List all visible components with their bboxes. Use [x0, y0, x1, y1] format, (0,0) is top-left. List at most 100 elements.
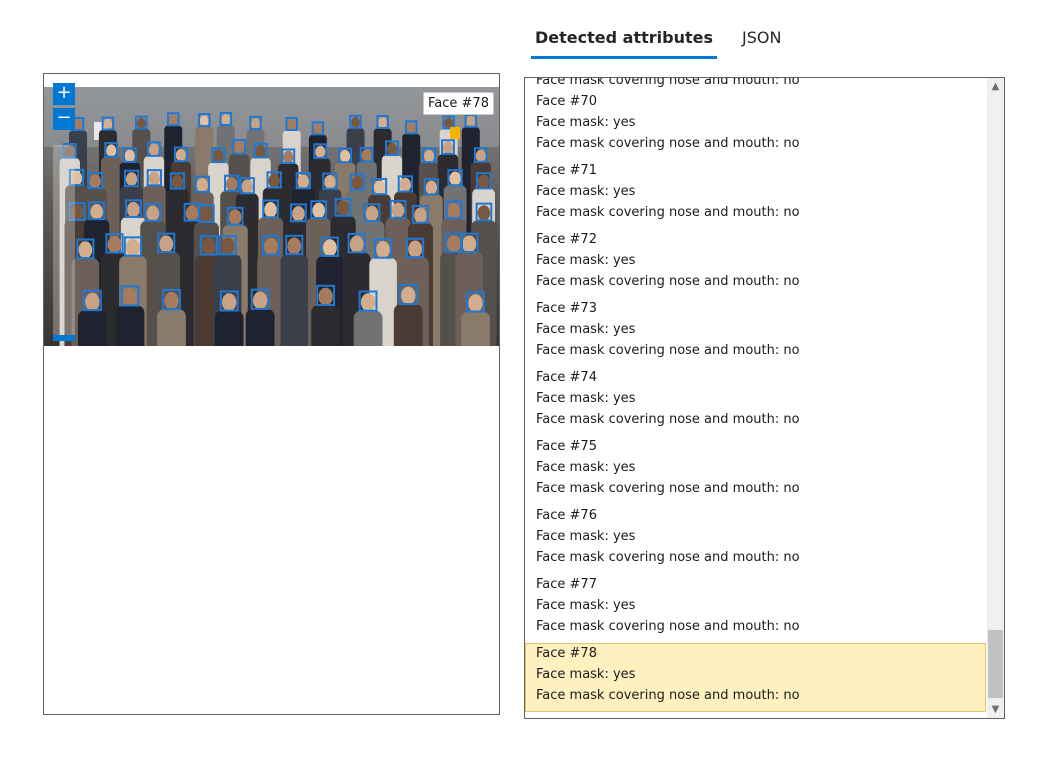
- person-head: [125, 172, 138, 187]
- selected-face-box[interactable]: [450, 127, 460, 139]
- image-panel: + − Face #78: [43, 73, 500, 715]
- person-head: [196, 178, 209, 193]
- attribute-covering-partial: Face mask covering nose and mouth: no: [536, 77, 800, 88]
- person-head: [466, 115, 476, 128]
- person-head: [78, 241, 93, 259]
- person-head: [241, 179, 253, 194]
- person-head: [125, 239, 140, 257]
- face-label: Face #75: [536, 439, 597, 454]
- attributes-list: Face mask covering nose and mouth: no Fa…: [525, 77, 986, 712]
- person-body: [280, 254, 309, 346]
- person-head: [228, 209, 242, 226]
- person-head: [252, 291, 268, 310]
- face-attribute-item[interactable]: Face #73 Face mask: yes Face mask covering…: [525, 298, 986, 367]
- face-mask-attribute: Face mask: yes: [536, 598, 636, 613]
- person-head: [148, 171, 161, 186]
- person-head: [287, 119, 297, 131]
- person-head: [175, 148, 186, 162]
- person-head: [313, 123, 323, 135]
- person-head: [106, 144, 117, 158]
- face-mask-covering-attribute: Face mask covering nose and mouth: no: [536, 205, 800, 220]
- person-head: [164, 291, 179, 310]
- person-head: [201, 238, 216, 256]
- person-head: [315, 145, 326, 159]
- person-head: [221, 293, 237, 312]
- face-attribute-item[interactable]: Face #72 Face mask: yes Face mask covering…: [525, 229, 986, 298]
- person-head: [122, 288, 138, 307]
- person-head: [225, 177, 238, 192]
- person-head: [283, 150, 294, 164]
- group-photo: [44, 87, 499, 346]
- face-label: Face #77: [536, 577, 597, 592]
- face-mask-attribute: Face mask: yes: [536, 391, 636, 406]
- face-mask-covering-attribute: Face mask covering nose and mouth: no: [536, 550, 800, 565]
- person-head: [213, 149, 224, 163]
- person-head: [220, 237, 235, 255]
- scroll-up-icon[interactable]: ▲: [987, 78, 1004, 95]
- scrollbar-thumb[interactable]: [988, 630, 1003, 698]
- person-head: [171, 174, 184, 190]
- person-head: [340, 149, 351, 163]
- person-head: [425, 180, 438, 195]
- person-head: [127, 201, 140, 218]
- face-mask-covering-attribute: Face mask covering nose and mouth: no: [536, 481, 800, 496]
- face-attribute-item[interactable]: Face #76 Face mask: yes Face mask covering…: [525, 505, 986, 574]
- zoom-out-button[interactable]: −: [53, 108, 75, 130]
- person-head: [292, 205, 305, 222]
- face-mask-attribute: Face mask: yes: [536, 460, 636, 475]
- face-label: Face #74: [536, 370, 597, 385]
- face-mask-covering-attribute: Face mask covering nose and mouth: no: [536, 136, 800, 151]
- face-label: Face #71: [536, 163, 597, 178]
- person-head: [255, 145, 266, 158]
- face-attribute-item[interactable]: Face #70 Face mask: yes Face mask covering…: [525, 91, 986, 160]
- person-body: [311, 304, 341, 346]
- person-head: [477, 205, 491, 221]
- face-mask-attribute: Face mask: yes: [536, 184, 636, 199]
- zoom-in-button[interactable]: +: [53, 83, 75, 105]
- tab-json[interactable]: JSON: [738, 24, 785, 59]
- scroll-down-icon[interactable]: ▼: [987, 701, 1004, 718]
- face-label: Face #70: [536, 94, 597, 109]
- person-head: [124, 149, 135, 163]
- person-head: [399, 177, 412, 193]
- person-head: [287, 237, 302, 255]
- person-body: [353, 310, 383, 346]
- result-tabs: Detected attributes JSON: [531, 24, 806, 59]
- person-head: [234, 141, 245, 155]
- person-head: [442, 141, 454, 155]
- face-attribute-item[interactable]: Face #74 Face mask: yes Face mask covering…: [525, 367, 986, 436]
- face-attribute-item[interactable]: Face #71 Face mask: yes Face mask covering…: [525, 160, 986, 229]
- person-head: [221, 114, 231, 126]
- person-head: [199, 115, 209, 127]
- person-head: [168, 114, 178, 126]
- face-tooltip: Face #78: [423, 92, 494, 115]
- person-head: [391, 202, 405, 219]
- face-attribute-item[interactable]: Face #78 Face mask: yes Face mask covering…: [525, 643, 986, 712]
- zoom-slider-handle[interactable]: [53, 335, 75, 341]
- person-head: [297, 174, 310, 189]
- person-head: [103, 118, 113, 130]
- person-head: [349, 235, 364, 253]
- person-head: [324, 174, 336, 190]
- face-attribute-item[interactable]: Face #75 Face mask: yes Face mask covering…: [525, 436, 986, 505]
- person-head: [447, 235, 461, 253]
- face-mask-attribute: Face mask: yes: [536, 529, 636, 544]
- tab-detected-attributes[interactable]: Detected attributes: [531, 24, 717, 59]
- person-head: [462, 235, 477, 253]
- face-label: Face #78: [536, 646, 597, 661]
- face-mask-covering-attribute: Face mask covering nose and mouth: no: [536, 688, 800, 703]
- face-label: Face #73: [536, 301, 597, 316]
- scrollbar[interactable]: ▲ ▼: [987, 78, 1004, 718]
- person-head: [89, 174, 101, 189]
- face-label: Face #72: [536, 232, 597, 247]
- face-attribute-item[interactable]: Face #77 Face mask: yes Face mask covering…: [525, 574, 986, 643]
- person-head: [365, 205, 379, 222]
- person-head: [423, 149, 435, 163]
- zoom-slider[interactable]: [53, 145, 75, 341]
- person-head: [447, 203, 461, 219]
- face-mask-attribute: Face mask: yes: [536, 322, 636, 337]
- person-head: [468, 294, 483, 313]
- person-head: [90, 203, 104, 220]
- person-head: [264, 202, 277, 218]
- face-mask-attribute: Face mask: yes: [536, 667, 636, 682]
